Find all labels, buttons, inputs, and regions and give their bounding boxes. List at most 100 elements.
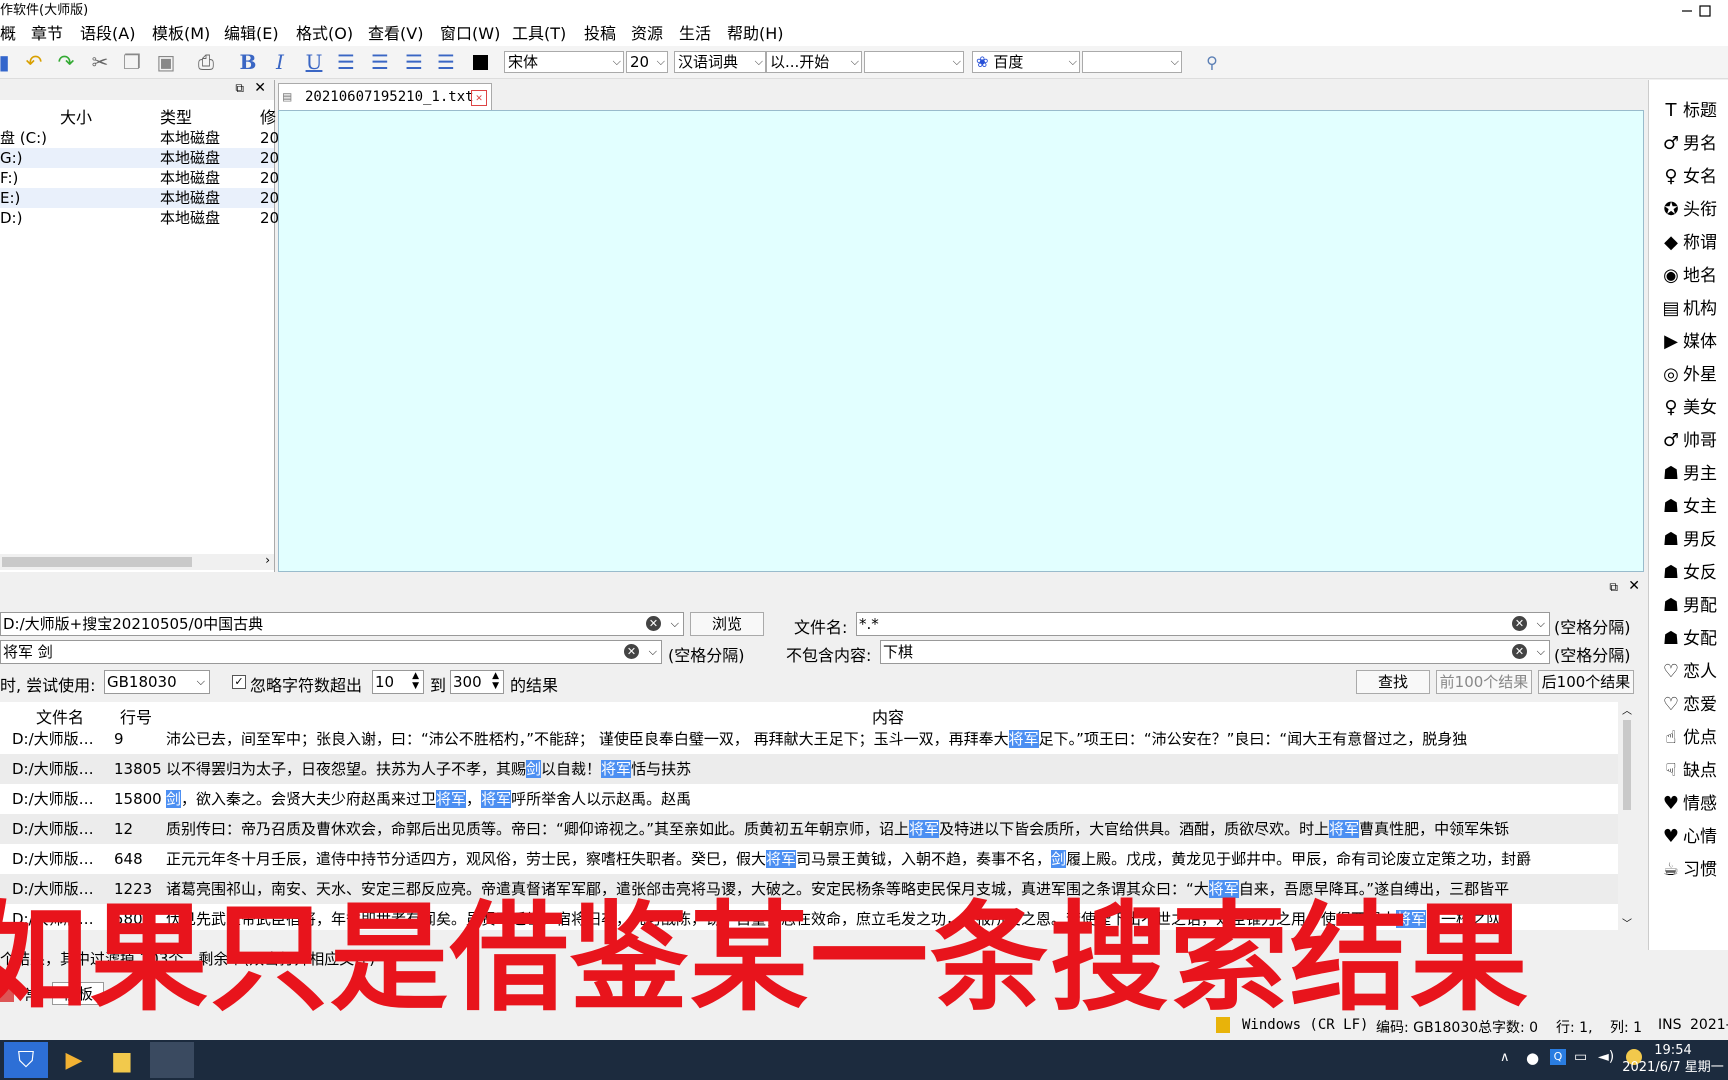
print-icon[interactable]: ⎙ (194, 50, 218, 74)
dictionary-select[interactable]: 汉语词典 ⌵ (674, 51, 766, 73)
prev-results-button[interactable]: 前100个结果 (1436, 670, 1532, 694)
lookup-input[interactable]: ⌵ (864, 51, 964, 73)
close-icon[interactable]: ✕ (254, 80, 266, 96)
table-row[interactable]: D:/大师版… 13805 以不得罢归为太子，日夜怨望。扶苏为人子不孝，其赐剑以自裁… (0, 754, 1618, 784)
drive-row[interactable]: 盘 (C:) 本地磁盘 20 (0, 128, 279, 148)
clear-icon[interactable]: ✕ (646, 616, 661, 631)
palette-item[interactable]: ☗ 男配 (1659, 591, 1728, 621)
keyword-input[interactable]: 将军 剑 ✕ ⌵ (0, 640, 662, 664)
palette-item[interactable]: ♂ 男名 (1659, 129, 1728, 159)
menu-resources[interactable]: 资源 (631, 24, 663, 44)
palette-item[interactable]: ☟ 缺点 (1659, 756, 1728, 786)
microphone-icon[interactable]: ● (1526, 1049, 1539, 1067)
menu-submit[interactable]: 投稿 (584, 24, 616, 44)
palette-item[interactable]: ◎ 外星 (1659, 360, 1728, 390)
palette-item[interactable]: ☕ 习惯 (1659, 855, 1728, 885)
drive-row[interactable]: D:) 本地磁盘 20 (0, 208, 279, 228)
menu-overview[interactable]: 概 (0, 24, 16, 44)
range-from-spinner[interactable]: 10 ▲ ▼ (372, 670, 424, 694)
palette-item[interactable]: ♥ 情感 (1659, 789, 1728, 819)
browse-button[interactable]: 浏览 (690, 612, 764, 636)
palette-item[interactable]: ▶ 媒体 (1659, 327, 1728, 357)
menu-help[interactable]: 帮助(H) (727, 24, 784, 44)
menu-window[interactable]: 窗口(W) (440, 24, 500, 44)
undo-icon[interactable]: ↶ (22, 50, 46, 74)
palette-item[interactable]: ♂ 帅哥 (1659, 426, 1728, 456)
horizontal-scrollbar[interactable]: › (0, 553, 274, 570)
menu-edit[interactable]: 编辑(E) (224, 24, 279, 44)
col-modified[interactable]: 修 (260, 104, 276, 128)
menu-template[interactable]: 模板(M) (152, 24, 210, 44)
range-to-spinner[interactable]: 300 ▲ ▼ (450, 670, 504, 694)
cut-icon[interactable]: ✂ (88, 50, 112, 74)
window-controls[interactable] (1668, 0, 1728, 22)
close-tab-icon[interactable]: ✕ (471, 90, 487, 106)
align-center-icon[interactable]: ☰ (368, 50, 392, 74)
redo-icon[interactable]: ↷ (54, 50, 78, 74)
chevron-down-icon[interactable]: ﹀ (1622, 915, 1632, 930)
next-results-button[interactable]: 后100个结果 (1538, 670, 1634, 694)
chevron-down-icon[interactable]: ⌵ (671, 613, 679, 635)
align-right-icon[interactable]: ☰ (402, 50, 426, 74)
align-left-icon[interactable]: ☰ (334, 50, 358, 74)
palette-item[interactable]: ◉ 地名 (1659, 261, 1728, 291)
ignore-checkbox[interactable]: ✓ (232, 675, 246, 689)
volume-icon[interactable]: ◄) (1598, 1049, 1614, 1065)
menu-chapter[interactable]: 章节 (31, 24, 63, 44)
menu-view[interactable]: 查看(V) (368, 24, 423, 44)
match-mode-select[interactable]: 以...开始 ⌵ (766, 51, 862, 73)
filename-input[interactable]: *.* ✕ ⌵ (856, 612, 1550, 636)
clear-icon[interactable]: ✕ (1512, 616, 1527, 631)
search-engine-select[interactable]: ❀ 百度 ⌵ (972, 51, 1080, 73)
palette-item[interactable]: ☗ 男主 (1659, 459, 1728, 489)
float-icon[interactable]: ⧉ (235, 81, 244, 96)
justify-icon[interactable]: ☰ (434, 50, 458, 74)
menu-format[interactable]: 格式(O) (296, 24, 353, 44)
palette-item[interactable]: ☗ 男反 (1659, 525, 1728, 555)
spinner-icon[interactable]: ▲ ▼ (412, 671, 419, 691)
chevron-down-icon[interactable]: ⌵ (1537, 641, 1545, 663)
close-icon[interactable]: ✕ (1628, 578, 1640, 594)
web-search-input[interactable]: ⌵ (1082, 51, 1182, 73)
copy-icon[interactable]: ❐ (120, 50, 144, 74)
palette-item[interactable]: ☗ 女配 (1659, 624, 1728, 654)
chevron-right-icon[interactable]: › (265, 553, 270, 567)
menu-life[interactable]: 生活 (679, 24, 711, 44)
search-path-input[interactable]: D:/大师版+搜宝20210505/0中国古典 ✕ ⌵ (0, 612, 684, 636)
underline-icon[interactable]: U (302, 50, 326, 74)
clear-icon[interactable]: ✕ (624, 644, 639, 659)
vertical-scrollbar[interactable]: ︿ ﹀ (1620, 702, 1634, 930)
drive-row[interactable]: F:) 本地磁盘 20 (0, 168, 279, 188)
font-name-select[interactable]: 宋体 ⌵ (504, 51, 624, 73)
palette-item[interactable]: ♀ 美女 (1659, 393, 1728, 423)
col-type[interactable]: 类型 (160, 104, 192, 128)
chevron-up-icon[interactable]: ︿ (1622, 702, 1632, 717)
media-player-icon[interactable]: ▶ (52, 1042, 96, 1078)
tab-document[interactable]: ▤ 20210607195210_1.txt ✕ (278, 83, 492, 110)
clear-icon[interactable]: ✕ (1512, 644, 1527, 659)
active-app-icon[interactable] (150, 1042, 194, 1078)
palette-item[interactable]: ♀ 女名 (1659, 162, 1728, 192)
drive-row[interactable]: G:) 本地磁盘 20 (0, 148, 279, 168)
palette-item[interactable]: ☝ 优点 (1659, 723, 1728, 753)
palette-item[interactable]: ◆ 称谓 (1659, 228, 1728, 258)
menu-paragraph[interactable]: 语段(A) (80, 24, 135, 44)
save-icon[interactable]: ▮ (0, 50, 16, 74)
chevron-down-icon[interactable]: ⌵ (649, 641, 657, 663)
chevron-down-icon[interactable]: ⌵ (1537, 613, 1545, 635)
palette-item[interactable]: T 标题 (1659, 96, 1728, 126)
paste-icon[interactable]: ▣ (154, 50, 178, 74)
search-icon[interactable]: ⚲ (1200, 50, 1224, 74)
table-row[interactable]: D:/大师版… 9 沛公已去，间至军中；张良入谢，曰：“沛公不胜桮杓，”不能辞； 谨… (0, 724, 1618, 754)
exclude-input[interactable]: 下棋 ✕ ⌵ (880, 640, 1550, 664)
font-size-select[interactable]: 20 ⌵ (626, 51, 668, 73)
palette-item[interactable]: ☗ 女反 (1659, 558, 1728, 588)
folder-icon[interactable]: ▆ (100, 1042, 144, 1078)
palette-item[interactable]: ✪ 头衔 (1659, 195, 1728, 225)
display-icon[interactable]: ▭ (1574, 1049, 1587, 1065)
table-row[interactable]: D:/大师版… 15800 剑，欲入秦之。会贤大夫少府赵禹来过卫将军，将军呼所举舍人… (0, 784, 1618, 814)
palette-item[interactable]: ▤ 机构 (1659, 294, 1728, 324)
clock[interactable]: 19:54 2021/6/7 星期一 (1618, 1042, 1728, 1076)
palette-item[interactable]: ♥ 心情 (1659, 822, 1728, 852)
chevron-up-icon[interactable]: ∧ (1500, 1050, 1510, 1065)
